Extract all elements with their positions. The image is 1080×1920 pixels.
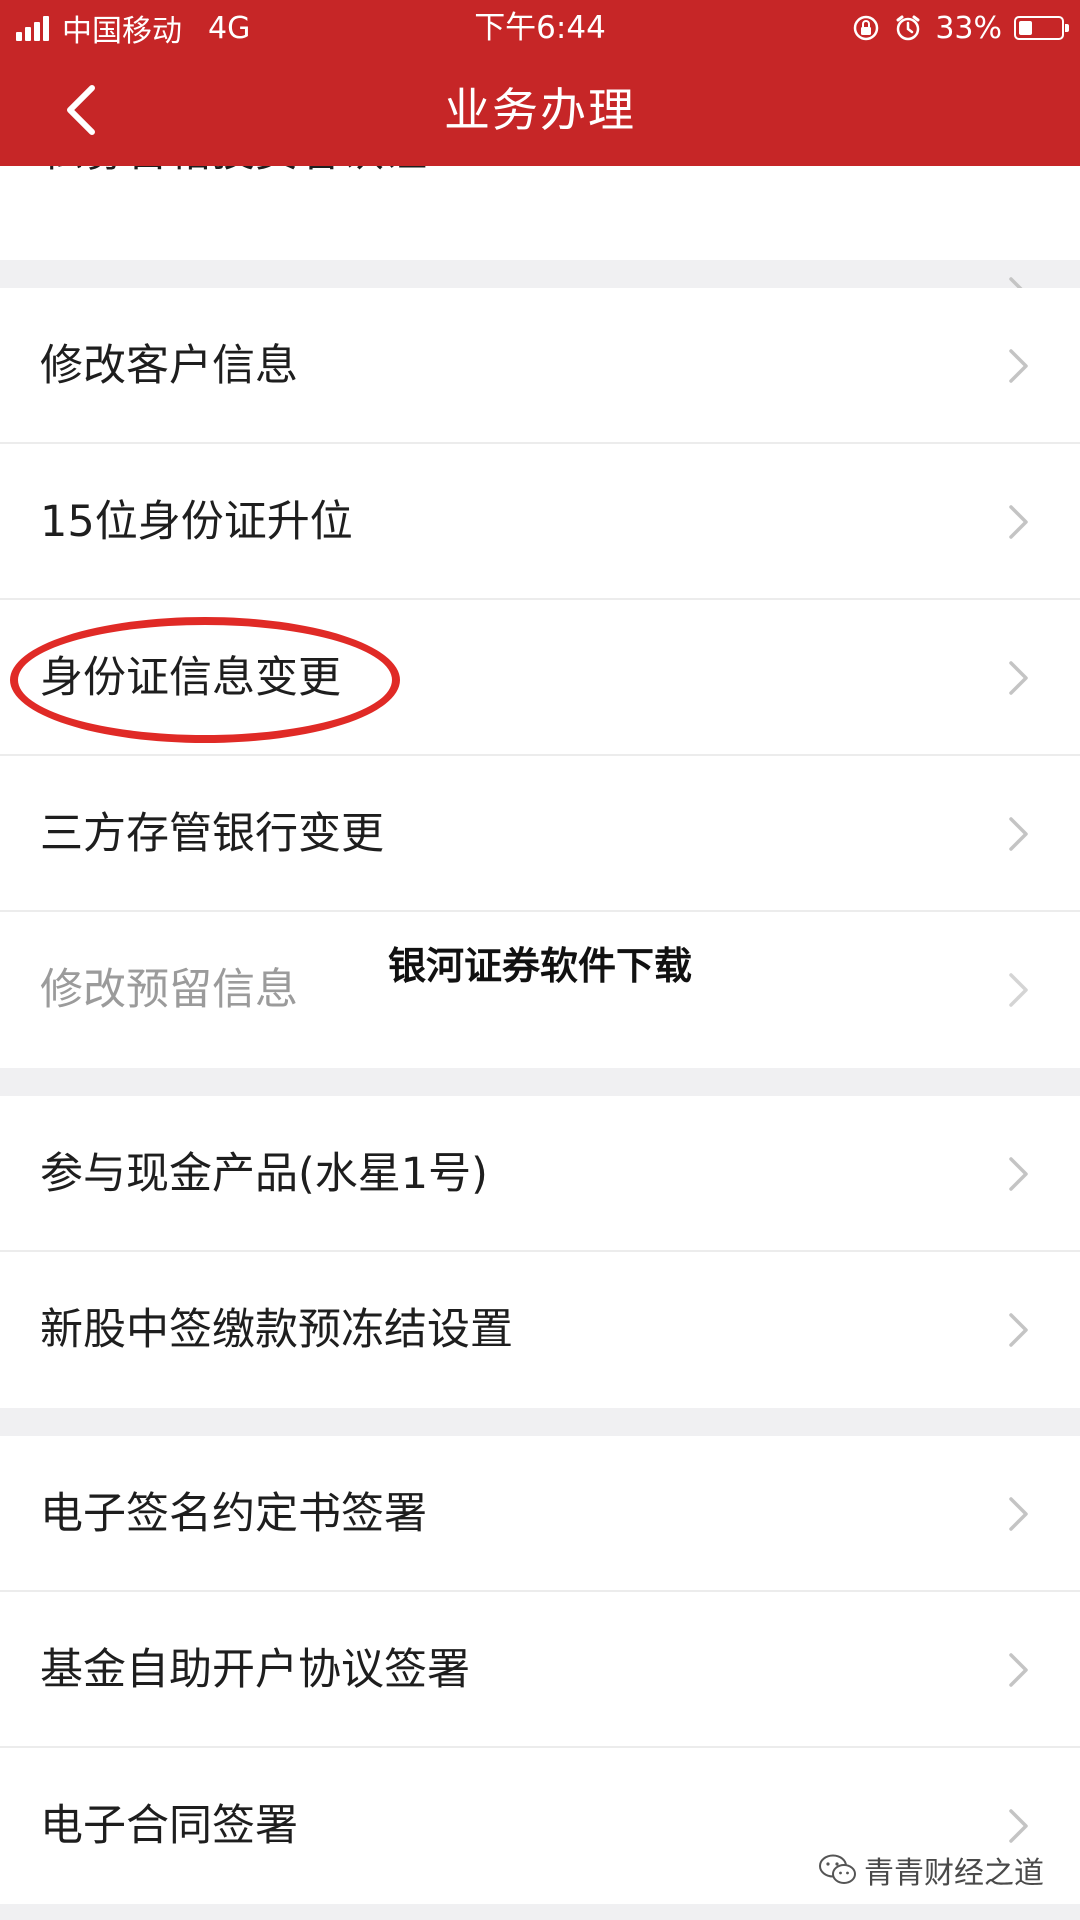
menu-item-label: 参与现金产品(水星1号) xyxy=(40,1149,488,1199)
chevron-right-icon xyxy=(1009,817,1028,851)
chevron-right-icon xyxy=(1009,1809,1028,1843)
status-bar: 中国移动 4G 下午6:44 33% xyxy=(0,0,1080,56)
chevron-right-icon xyxy=(1009,1157,1028,1191)
battery-percent: 33% xyxy=(935,10,1002,46)
menu-item-e-signature-agreement[interactable]: 电子签名约定书签署 xyxy=(0,1436,1080,1592)
battery-icon xyxy=(1014,16,1069,40)
menu-item-label: 电子合同签署 xyxy=(40,1801,298,1851)
chevron-right-icon xyxy=(1009,1497,1028,1531)
page-title: 业务办理 xyxy=(444,83,636,137)
menu-item-edit-customer-info[interactable]: 修改客户信息 xyxy=(0,288,1080,444)
chevron-right-icon xyxy=(1009,1313,1028,1347)
battery-fill xyxy=(1019,21,1032,35)
watermark-text: 青青财经之道 xyxy=(864,1856,1044,1891)
chevron-right-icon xyxy=(1009,505,1028,539)
menu-item-label: 修改客户信息 xyxy=(40,341,298,391)
status-right: 33% xyxy=(851,8,1069,48)
menu-item-label: 电子签名约定书签署 xyxy=(40,1489,427,1539)
menu-item-label: 新股中签缴款预冻结设置 xyxy=(40,1305,513,1355)
chevron-right-icon xyxy=(1009,1653,1028,1687)
menu-item-id-upgrade-15[interactable]: 15位身份证升位 xyxy=(0,444,1080,600)
chevron-right-icon xyxy=(1009,349,1028,383)
battery-tip xyxy=(1065,24,1069,32)
menu-item-cash-product[interactable]: 参与现金产品(水星1号) xyxy=(0,1096,1080,1252)
menu-item-ipo-payment-freeze[interactable]: 新股中签缴款预冻结设置 xyxy=(0,1252,1080,1408)
app-header: 中国移动 4G 下午6:44 33% 业务办理 xyxy=(0,0,1080,166)
wechat-icon xyxy=(819,1854,856,1884)
menu-item-custody-bank-change[interactable]: 三方存管银行变更 xyxy=(0,756,1080,912)
alarm-icon xyxy=(896,15,920,41)
menu-item-label: 15位身份证升位 xyxy=(40,497,353,547)
overlay-caption: 银河证券软件下载 xyxy=(387,944,692,988)
watermark: 青青财经之道 xyxy=(818,1850,1044,1891)
menu-item-fund-account-agreement[interactable]: 基金自助开户协议签署 xyxy=(0,1592,1080,1748)
chevron-right-icon xyxy=(1009,661,1028,695)
menu-item-label: 基金自助开户协议签署 xyxy=(40,1645,470,1695)
menu-item-label: 三方存管银行变更 xyxy=(40,809,384,859)
highlight-circle xyxy=(10,617,400,743)
rotation-lock-icon xyxy=(854,15,879,41)
